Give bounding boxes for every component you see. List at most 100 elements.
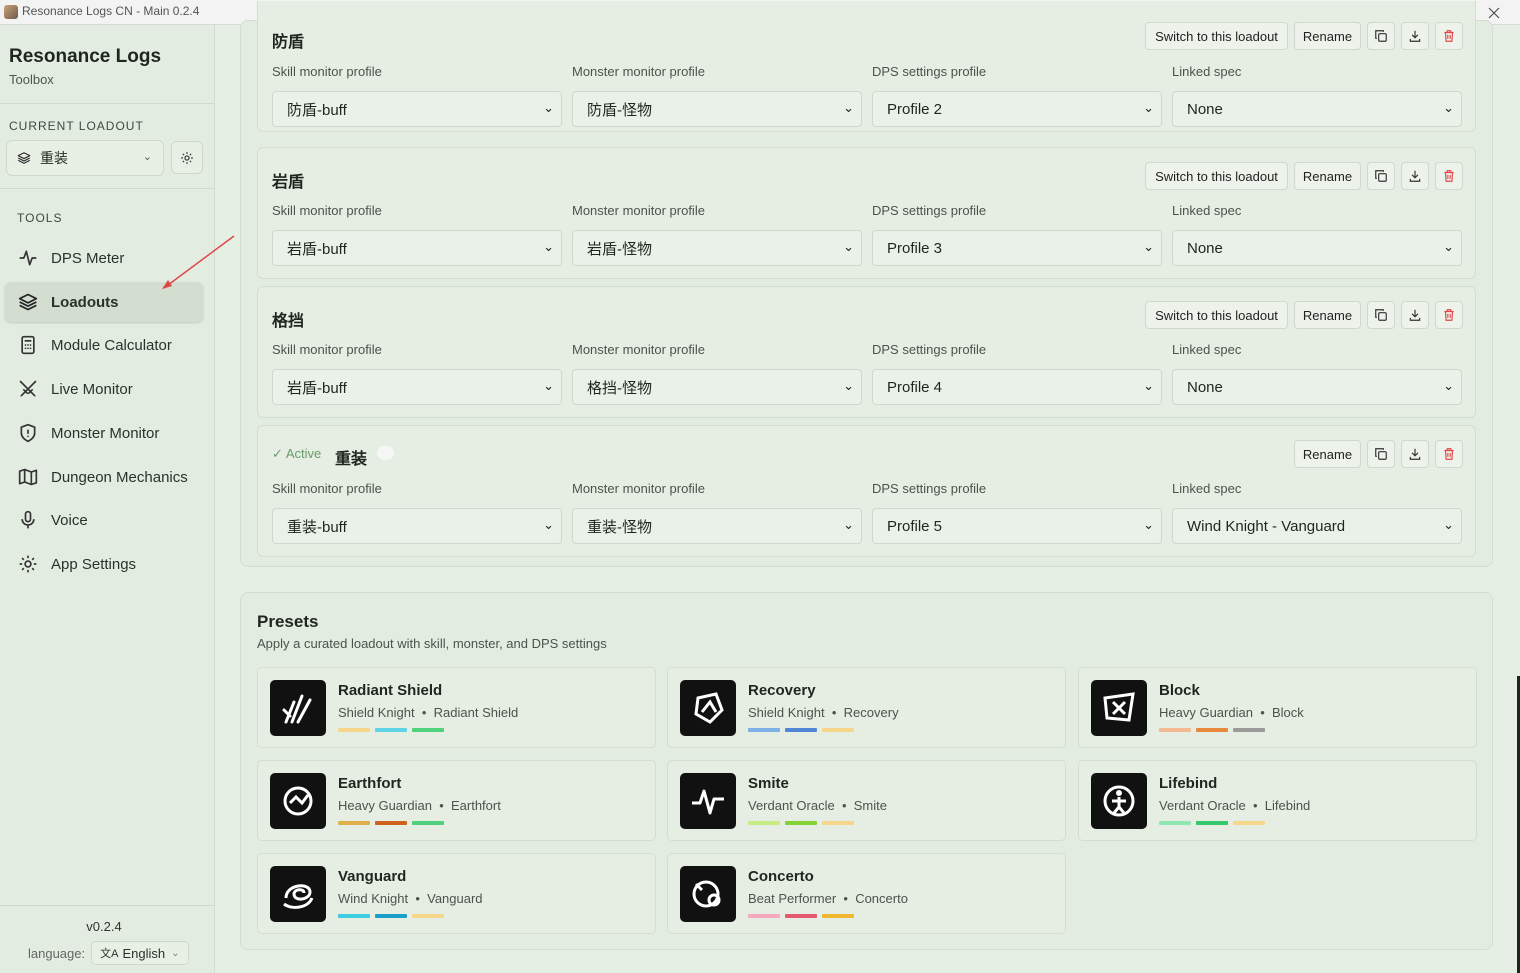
skill-profile-select[interactable]: 重装-buff ⌄ (272, 508, 562, 544)
switch-loadout-button[interactable]: Switch to this loadout (1145, 162, 1288, 190)
dps-profile-select[interactable]: Profile 4 ⌄ (872, 369, 1162, 405)
trash-icon (1444, 309, 1454, 321)
delete-button[interactable] (1435, 22, 1463, 50)
monster-profile-select[interactable]: 重装-怪物 ⌄ (572, 508, 862, 544)
copy-icon (1375, 30, 1387, 42)
chevron-down-icon: ⌄ (543, 100, 554, 115)
monster-profile-select[interactable]: 岩盾-怪物 ⌄ (572, 230, 862, 266)
linked-spec-field: Linked spec None ⌄ (1172, 342, 1462, 405)
preset-card-earthfort[interactable]: Earthfort Heavy Guardian • Earthfort (257, 760, 656, 841)
preset-color-bars (338, 728, 449, 732)
shield-icon (17, 422, 39, 444)
loadout-name: 岩盾 (272, 174, 305, 191)
language-select[interactable]: 文A English ⌄ (91, 941, 189, 965)
preset-card-block[interactable]: Block Heavy Guardian • Block (1078, 667, 1477, 748)
current-loadout-select[interactable]: 重装 ⌄ (6, 140, 164, 176)
sidebar-item-app-settings[interactable]: App Settings (5, 544, 203, 584)
trash-icon (1444, 170, 1454, 182)
skill-profile-select[interactable]: 岩盾-buff ⌄ (272, 230, 562, 266)
loadout-card-active: ✓ Active 重装 Rename Skill monitor profile… (257, 425, 1476, 557)
export-button[interactable] (1401, 22, 1429, 50)
linked-spec-select[interactable]: None ⌄ (1172, 91, 1462, 127)
language-value: English (122, 945, 166, 961)
edit-name-icon[interactable] (377, 446, 394, 460)
preset-color-bars (748, 914, 859, 918)
chevron-down-icon: ⌄ (843, 517, 854, 532)
rename-button[interactable]: Rename (1294, 22, 1361, 50)
window-title: Resonance Logs CN - Main 0.2.4 (22, 4, 200, 18)
sidebar-item-label: Dungeon Mechanics (51, 468, 188, 486)
current-loadout-value: 重装 (40, 150, 68, 166)
block-icon (1091, 680, 1147, 736)
chevron-down-icon: ⌄ (843, 100, 854, 115)
loadout-name: 格挡 (272, 313, 305, 330)
dps-profile-select[interactable]: Profile 5 ⌄ (872, 508, 1162, 544)
download-icon (1409, 448, 1421, 460)
annotation-arrow-icon (162, 235, 235, 289)
preset-card-radiant-shield[interactable]: Radiant Shield Shield Knight • Radiant S… (257, 667, 656, 748)
linked-spec-select[interactable]: None ⌄ (1172, 230, 1462, 266)
duplicate-button[interactable] (1367, 301, 1395, 329)
monster-profile-select[interactable]: 格挡-怪物 ⌄ (572, 369, 862, 405)
preset-card-concerto[interactable]: Concerto Beat Performer • Concerto (667, 853, 1066, 934)
preset-card-recovery[interactable]: Recovery Shield Knight • Recovery (667, 667, 1066, 748)
skill-profile-select[interactable]: 防盾-buff ⌄ (272, 91, 562, 127)
skill-profile-field: Skill monitor profile 岩盾-buff ⌄ (272, 203, 562, 266)
concerto-icon (680, 866, 736, 922)
monster-profile-field: Monster monitor profile 防盾-怪物 ⌄ (572, 64, 862, 127)
gear-icon (181, 151, 193, 164)
presets-title: Presets (257, 612, 319, 631)
export-button[interactable] (1401, 301, 1429, 329)
dps-profile-field: DPS settings profile Profile 5 ⌄ (872, 481, 1162, 544)
switch-loadout-button[interactable]: Switch to this loadout (1145, 22, 1288, 50)
export-button[interactable] (1401, 162, 1429, 190)
duplicate-button[interactable] (1367, 440, 1395, 468)
loadout-name: 防盾 (272, 34, 305, 51)
delete-button[interactable] (1435, 301, 1463, 329)
sidebar-item-module-calculator[interactable]: Module Calculator (5, 325, 203, 365)
preset-card-smite[interactable]: Smite Verdant Oracle • Smite (667, 760, 1066, 841)
rename-button[interactable]: Rename (1294, 440, 1361, 468)
dps-profile-select[interactable]: Profile 2 ⌄ (872, 91, 1162, 127)
preset-color-bars (1159, 728, 1270, 732)
rename-button[interactable]: Rename (1294, 301, 1361, 329)
chevron-down-icon: ⌄ (1143, 100, 1154, 115)
mic-icon (17, 509, 39, 531)
monster-profile-select[interactable]: 防盾-怪物 ⌄ (572, 91, 862, 127)
download-icon (1409, 30, 1421, 42)
earthfort-icon (270, 773, 326, 829)
sidebar-item-label: Voice (51, 511, 88, 529)
loadout-card: 防盾 Switch to this loadout Rename Skill m… (257, 1, 1476, 132)
vanguard-icon (270, 866, 326, 922)
translate-icon: 文A (100, 948, 119, 960)
tools-label: TOOLS (17, 211, 63, 225)
rename-button[interactable]: Rename (1294, 162, 1361, 190)
switch-loadout-button[interactable]: Switch to this loadout (1145, 301, 1288, 329)
export-button[interactable] (1401, 440, 1429, 468)
download-icon (1409, 309, 1421, 321)
linked-spec-select[interactable]: Wind Knight - Vanguard ⌄ (1172, 508, 1462, 544)
language-label: language: (28, 945, 86, 961)
check-icon: ✓ (272, 446, 283, 461)
dps-profile-select[interactable]: Profile 3 ⌄ (872, 230, 1162, 266)
skill-profile-field: Skill monitor profile 重装-buff ⌄ (272, 481, 562, 544)
delete-button[interactable] (1435, 162, 1463, 190)
sidebar-item-monster-monitor[interactable]: Monster Monitor (5, 413, 203, 453)
sidebar-item-dungeon-mechanics[interactable]: Dungeon Mechanics (5, 457, 203, 497)
delete-button[interactable] (1435, 440, 1463, 468)
preset-card-lifebind[interactable]: Lifebind Verdant Oracle • Lifebind (1078, 760, 1477, 841)
sidebar-item-voice[interactable]: Voice (5, 500, 203, 540)
sidebar-item-live-monitor[interactable]: Live Monitor (5, 369, 203, 409)
sidebar-item-label: Module Calculator (51, 336, 172, 354)
app-subtitle: Toolbox (9, 72, 54, 87)
preset-card-vanguard[interactable]: Vanguard Wind Knight • Vanguard (257, 853, 656, 934)
monster-profile-field: Monster monitor profile 岩盾-怪物 ⌄ (572, 203, 862, 266)
linked-spec-select[interactable]: None ⌄ (1172, 369, 1462, 405)
linked-spec-field: Linked spec Wind Knight - Vanguard ⌄ (1172, 481, 1462, 544)
skill-profile-select[interactable]: 岩盾-buff ⌄ (272, 369, 562, 405)
duplicate-button[interactable] (1367, 162, 1395, 190)
skill-profile-field: Skill monitor profile 岩盾-buff ⌄ (272, 342, 562, 405)
chevron-down-icon: ⌄ (171, 947, 180, 959)
duplicate-button[interactable] (1367, 22, 1395, 50)
loadout-settings-button[interactable] (171, 141, 203, 174)
